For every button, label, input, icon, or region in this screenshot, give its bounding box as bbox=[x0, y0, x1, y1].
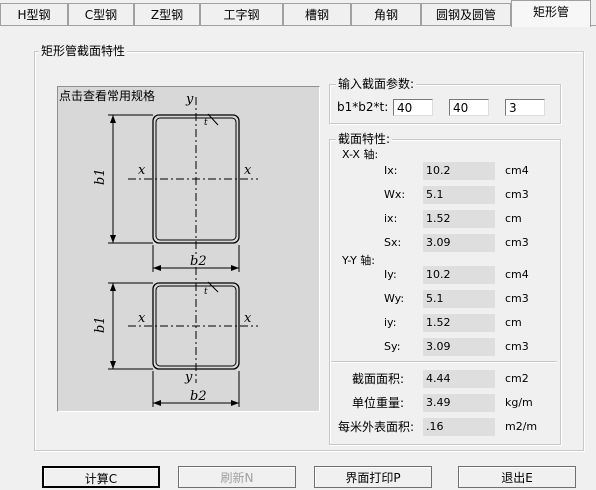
t-input[interactable]: 3 bbox=[505, 99, 545, 116]
x-label-left-1: x bbox=[138, 163, 146, 178]
tab-divider bbox=[0, 25, 596, 26]
t-label-1: t bbox=[204, 118, 208, 128]
arrow-b1-top-1 bbox=[110, 115, 116, 123]
y-label-1: y bbox=[185, 92, 194, 107]
area-unit: cm2 bbox=[505, 372, 529, 385]
iy-label: Iy: bbox=[384, 268, 397, 281]
weight-value: 3.49 bbox=[423, 394, 495, 412]
arrow-b2-left-2 bbox=[153, 400, 161, 406]
x-label-right-1: x bbox=[244, 163, 252, 178]
arrow-b2-right-1 bbox=[231, 265, 239, 271]
section-drawing[interactable]: 点击查看常用规格 y x x t b1 b2 x x t b1 y b2 bbox=[57, 86, 320, 412]
b1-label-1: b1 bbox=[93, 168, 108, 185]
calculate-button[interactable]: 计算C bbox=[42, 466, 160, 488]
weight-label: 单位重量: bbox=[352, 396, 405, 410]
wx-label: Wx: bbox=[384, 188, 406, 201]
surface-label: 每米外表面积: bbox=[338, 420, 415, 434]
wx-value: 5.1 bbox=[423, 186, 495, 204]
refresh-button[interactable]: 刷新N bbox=[178, 466, 296, 488]
dim-label: b1*b2*t: bbox=[337, 100, 389, 114]
tab-channel[interactable]: 槽钢 bbox=[283, 3, 351, 25]
sx-unit: cm3 bbox=[505, 236, 529, 249]
props-divider bbox=[331, 361, 557, 363]
rect-tube-diagram: y x x t b1 b2 x x t b1 y b2 bbox=[93, 92, 258, 407]
print-button[interactable]: 界面打印P bbox=[314, 466, 432, 488]
t-leader-1 bbox=[207, 113, 219, 126]
area-value: 4.44 bbox=[423, 370, 495, 388]
tab-h-steel[interactable]: H型钢 bbox=[0, 3, 68, 25]
area-label: 截面面积: bbox=[352, 372, 405, 386]
tab-c-steel[interactable]: C型钢 bbox=[68, 3, 134, 25]
y-label-2: y bbox=[184, 370, 193, 385]
tab-i-beam[interactable]: 工字钢 bbox=[200, 3, 283, 25]
ix-unit: cm4 bbox=[505, 164, 529, 177]
iy-value: 10.2 bbox=[423, 266, 495, 284]
props-group-title: 截面特性: bbox=[336, 132, 393, 146]
surface-unit: m2/m bbox=[505, 420, 538, 433]
weight-unit: kg/m bbox=[505, 396, 533, 409]
b1-input[interactable]: 40 bbox=[393, 99, 433, 116]
sx-label: Sx: bbox=[384, 236, 402, 249]
sx-value: 3.09 bbox=[423, 234, 495, 252]
b2-label-1: b2 bbox=[190, 254, 207, 269]
sy-unit: cm3 bbox=[505, 340, 529, 353]
ry-value: 1.52 bbox=[423, 314, 495, 332]
rx-label: ix: bbox=[384, 212, 398, 225]
input-group-title: 输入截面参数: bbox=[336, 77, 417, 91]
wy-unit: cm3 bbox=[505, 292, 529, 305]
x-label-left-2: x bbox=[138, 311, 146, 326]
yy-axis-title: Y-Y 轴: bbox=[342, 254, 375, 267]
b2-label-2: b2 bbox=[190, 389, 207, 404]
tab-strip: H型钢 C型钢 Z型钢 工字钢 槽钢 角钢 圆钢及圆管 矩形管 bbox=[0, 0, 596, 28]
x-label-right-2: x bbox=[244, 311, 252, 326]
wy-label: Wy: bbox=[384, 292, 405, 305]
iy-unit: cm4 bbox=[505, 268, 529, 281]
wx-unit: cm3 bbox=[505, 188, 529, 201]
b2-input[interactable]: 40 bbox=[449, 99, 489, 116]
ix-label: Ix: bbox=[384, 164, 398, 177]
ry-unit: cm bbox=[505, 316, 522, 329]
exit-button[interactable]: 退出E bbox=[458, 466, 576, 488]
ix-value: 10.2 bbox=[423, 162, 495, 180]
arrow-b1-top-2 bbox=[110, 283, 116, 291]
surface-value: .16 bbox=[423, 418, 495, 436]
wy-value: 5.1 bbox=[423, 290, 495, 308]
arrow-b1-bot-1 bbox=[110, 235, 116, 243]
sy-label: Sy: bbox=[384, 340, 401, 353]
sy-value: 3.09 bbox=[423, 338, 495, 356]
arrow-b1-bot-2 bbox=[110, 361, 116, 369]
section-group-title: 矩形管截面特性 bbox=[39, 44, 128, 58]
xx-axis-title: X-X 轴: bbox=[342, 148, 379, 161]
t-label-2: t bbox=[204, 287, 208, 297]
ry-label: iy: bbox=[384, 316, 397, 329]
tab-z-steel[interactable]: Z型钢 bbox=[134, 3, 200, 25]
tab-angle[interactable]: 角钢 bbox=[351, 3, 421, 25]
rx-value: 1.52 bbox=[423, 210, 495, 228]
b1-label-2: b1 bbox=[93, 316, 108, 333]
arrow-b2-right-2 bbox=[231, 400, 239, 406]
arrow-b2-left-1 bbox=[153, 265, 161, 271]
rx-unit: cm bbox=[505, 212, 522, 225]
tab-round[interactable]: 圆钢及圆管 bbox=[421, 3, 511, 25]
tab-rect-tube[interactable]: 矩形管 bbox=[511, 0, 591, 27]
